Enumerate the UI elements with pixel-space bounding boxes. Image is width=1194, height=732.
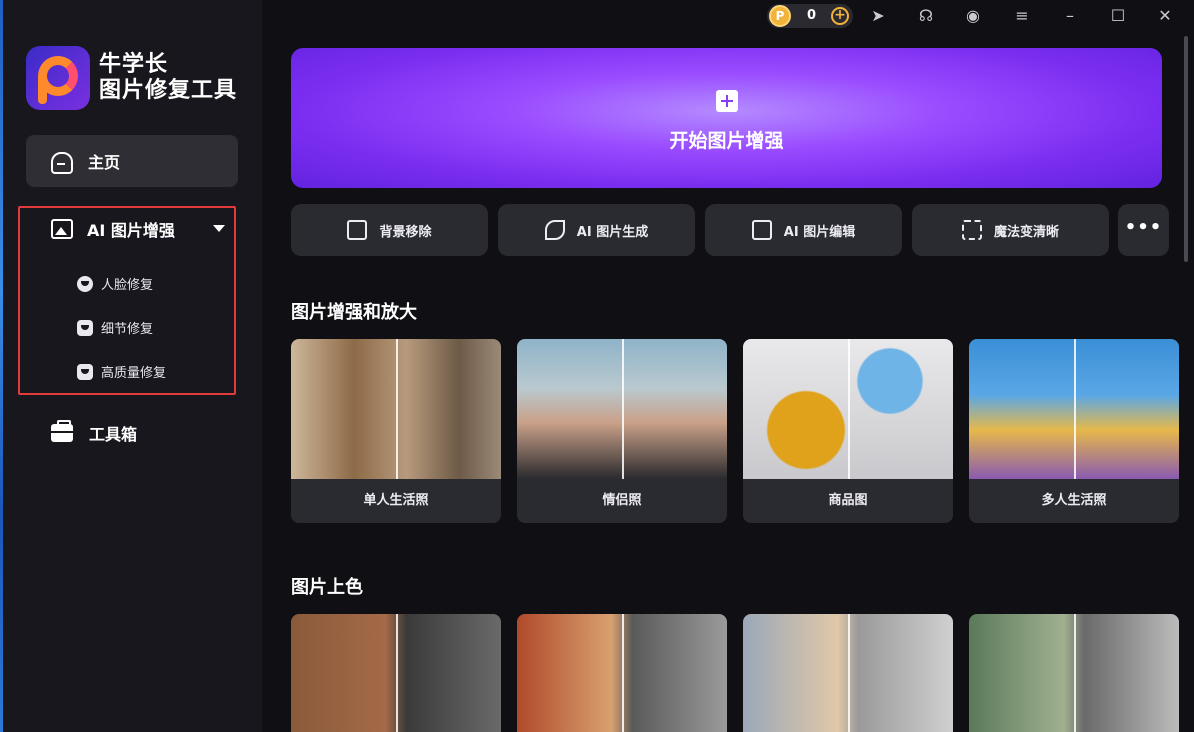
background-remove-icon	[347, 220, 368, 240]
detail-image-icon	[77, 319, 93, 336]
face-icon	[77, 275, 93, 292]
colorize-card-graduation[interactable]	[969, 614, 1179, 732]
app-name-line1: 牛学长	[99, 52, 169, 77]
app-logo-icon	[26, 46, 90, 110]
ai-image-edit-label: AI 图片编辑	[783, 224, 856, 240]
card-caption: 情侣照	[602, 493, 642, 508]
colorize-card-child[interactable]	[517, 614, 727, 732]
headset-icon[interactable]: ☊	[916, 6, 936, 26]
maximize-icon[interactable]: ☐	[1108, 6, 1128, 26]
group-photo	[969, 339, 1179, 479]
section-enhance-title: 图片增强和放大	[291, 302, 417, 323]
add-points-icon[interactable]: +	[831, 7, 849, 25]
magic-sharpen-label: 魔法变清晰	[993, 224, 1059, 240]
sidebar-item-home[interactable]: 主页	[26, 135, 238, 187]
card-product[interactable]: 商品图	[743, 339, 953, 523]
sidebar: 牛学长 图片修复工具 主页 AI 图片增强 人脸修复 细节修复 高质量修复 工具…	[3, 0, 262, 732]
start-enhance-banner[interactable]: 开始图片增强	[291, 48, 1162, 188]
ai-image-generate-button[interactable]: AI 图片生成	[498, 204, 695, 256]
plus-icon	[716, 90, 738, 112]
sidebar-item-ai-enhance-label: AI 图片增强	[87, 221, 175, 240]
sidebar-subitem-detail[interactable]: 细节修复	[77, 318, 153, 337]
sidebar-subitem-quality-label: 高质量修复	[101, 366, 167, 381]
background-remove-label: 背景移除	[379, 224, 432, 240]
sidebar-item-toolbox[interactable]: 工具箱	[51, 420, 138, 445]
send-icon[interactable]: ➤	[868, 6, 888, 26]
ai-image-icon	[51, 219, 73, 239]
card-group[interactable]: 多人生活照	[969, 339, 1179, 523]
sidebar-subitem-face[interactable]: 人脸修复	[77, 274, 153, 293]
sidebar-item-ai-enhance[interactable]: AI 图片增强	[51, 217, 227, 241]
expand-icon	[961, 220, 982, 240]
caret-down-icon[interactable]	[213, 225, 225, 232]
couple-photo	[517, 339, 727, 479]
title-bar: P 0 + ➤ ☊ ◉ ≡ – ☐ ✕	[262, 0, 1194, 32]
user-account-icon[interactable]: ◉	[963, 6, 983, 26]
colorize-card-wedding[interactable]	[743, 614, 953, 732]
card-couple[interactable]: 情侣照	[517, 339, 727, 523]
card-single-portrait[interactable]: 单人生活照	[291, 339, 501, 523]
colorize-card-family[interactable]	[291, 614, 501, 732]
product-photo	[743, 339, 953, 479]
more-tools-button[interactable]: •••	[1118, 204, 1169, 256]
ai-image-generate-label: AI 图片生成	[576, 224, 649, 240]
sidebar-subitem-face-label: 人脸修复	[101, 278, 154, 293]
app-name-line2: 图片修复工具	[99, 78, 238, 103]
start-enhance-title: 开始图片增强	[669, 130, 784, 152]
menu-icon[interactable]: ≡	[1012, 6, 1032, 26]
card-caption: 单人生活照	[363, 493, 429, 508]
sidebar-item-toolbox-label: 工具箱	[89, 425, 138, 444]
app-logo-area: 牛学长 图片修复工具	[26, 46, 237, 110]
vertical-scrollbar[interactable]	[1184, 36, 1188, 262]
points-balance[interactable]: P 0 +	[767, 4, 853, 28]
points-value: 0	[807, 8, 817, 23]
app-name: 牛学长 图片修复工具	[99, 52, 237, 104]
image-edit-icon	[751, 220, 772, 240]
sidebar-item-home-label: 主页	[88, 153, 121, 172]
close-icon[interactable]: ✕	[1155, 6, 1175, 26]
card-caption: 商品图	[828, 493, 868, 508]
magic-sharpen-button[interactable]: 魔法变清晰	[912, 204, 1109, 256]
section-colorize-title: 图片上色	[291, 577, 363, 598]
coin-icon: P	[769, 5, 791, 27]
sidebar-subitem-detail-label: 细节修复	[101, 322, 154, 337]
quality-icon	[77, 363, 93, 380]
card-caption: 多人生活照	[1041, 493, 1107, 508]
minimize-icon[interactable]: –	[1060, 6, 1080, 26]
sidebar-subitem-quality[interactable]: 高质量修复	[77, 362, 166, 381]
magic-wand-icon	[544, 220, 565, 240]
toolbox-icon	[51, 420, 73, 442]
more-dots-icon: •••	[1124, 217, 1163, 238]
background-remove-button[interactable]: 背景移除	[291, 204, 488, 256]
portrait-photo	[291, 339, 501, 479]
home-icon	[50, 151, 73, 174]
ai-image-edit-button[interactable]: AI 图片编辑	[705, 204, 902, 256]
